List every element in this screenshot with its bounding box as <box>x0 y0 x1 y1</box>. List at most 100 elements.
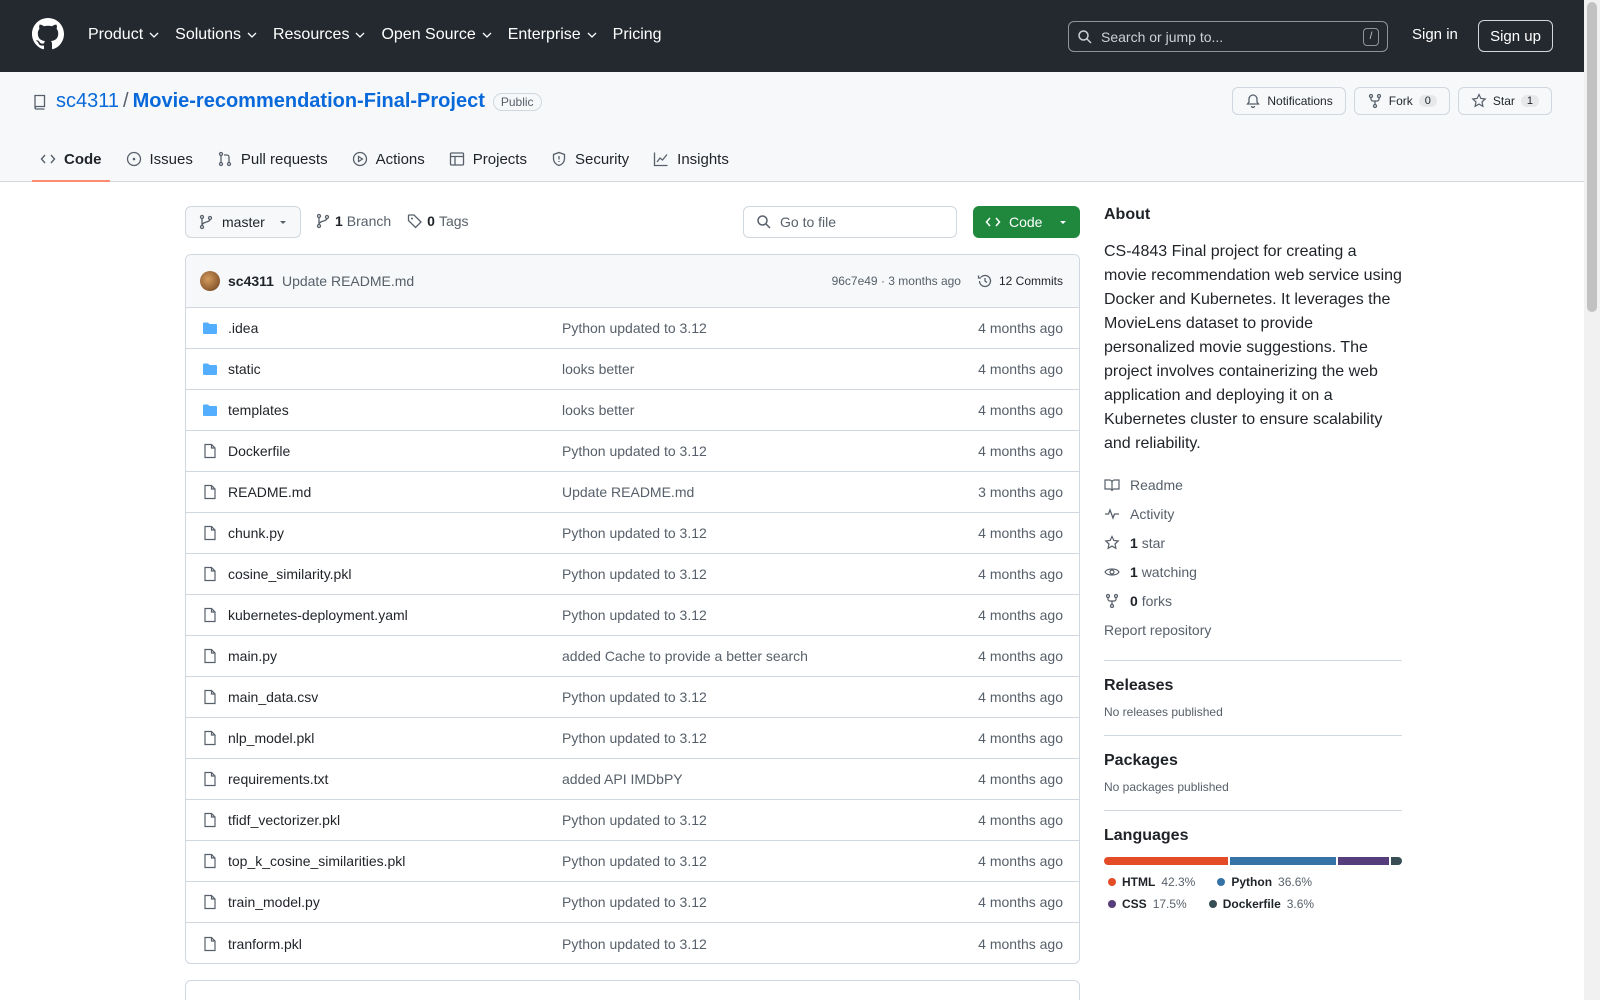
table-row[interactable]: README.md Update README.md 3 months ago <box>186 472 1079 513</box>
code-button[interactable]: Code <box>973 206 1080 238</box>
table-row[interactable]: main_data.csv Python updated to 3.12 4 mon… <box>186 677 1079 718</box>
file-commit-message[interactable]: Python updated to 3.12 <box>562 894 978 910</box>
file-commit-message[interactable]: Python updated to 3.12 <box>562 853 978 869</box>
language-item[interactable]: HTML 42.3% <box>1104 875 1195 889</box>
file-name-link[interactable]: Dockerfile <box>228 443 562 459</box>
nav-enterprise[interactable]: Enterprise <box>508 22 597 48</box>
nav-solutions[interactable]: Solutions <box>175 22 257 48</box>
table-row[interactable]: top_k_cosine_similarities.pkl Python upda… <box>186 841 1079 882</box>
file-name-link[interactable]: main_data.csv <box>228 689 562 705</box>
table-row[interactable]: train_model.py Python updated to 3.12 4 mo… <box>186 882 1079 923</box>
file-name-link[interactable]: top_k_cosine_similarities.pkl <box>228 853 562 869</box>
file-icon <box>204 771 216 787</box>
notifications-button[interactable]: Notifications <box>1232 87 1346 115</box>
avatar[interactable] <box>200 271 220 291</box>
file-commit-message[interactable]: Python updated to 3.12 <box>562 525 978 541</box>
file-name-link[interactable]: tfidf_vectorizer.pkl <box>228 812 562 828</box>
tab-projects[interactable]: Projects <box>441 136 535 182</box>
report-repository-link[interactable]: Report repository <box>1104 615 1402 644</box>
file-name-link[interactable]: README.md <box>228 484 562 500</box>
file-name-link[interactable]: kubernetes-deployment.yaml <box>228 607 562 623</box>
repo-owner-link[interactable]: sc4311 <box>56 90 119 113</box>
file-commit-message[interactable]: Python updated to 3.12 <box>562 566 978 582</box>
file-name-link[interactable]: templates <box>228 402 562 418</box>
sign-in-link[interactable]: Sign in <box>1412 26 1458 43</box>
commits-history-link[interactable]: 12 Commits <box>977 273 1063 289</box>
table-row[interactable]: nlp_model.pkl Python updated to 3.12 4 mon… <box>186 718 1079 759</box>
fork-icon <box>1105 593 1119 608</box>
file-commit-message[interactable]: looks better <box>562 402 978 418</box>
file-name-link[interactable]: .idea <box>228 320 562 336</box>
nav-pricing[interactable]: Pricing <box>613 22 662 48</box>
table-row[interactable]: Dockerfile Python updated to 3.12 4 months… <box>186 431 1079 472</box>
table-row[interactable]: chunk.py Python updated to 3.12 4 months a… <box>186 513 1079 554</box>
table-row[interactable]: cosine_similarity.pkl Python updated to 3… <box>186 554 1079 595</box>
file-commit-message[interactable]: added API IMDbPY <box>562 771 978 787</box>
star-button[interactable]: Star 1 <box>1457 87 1552 115</box>
file-commit-message[interactable]: Update README.md <box>562 484 978 500</box>
scrollbar-thumb[interactable] <box>1587 2 1597 312</box>
star-icon <box>1471 93 1487 108</box>
tab-issues[interactable]: Issues <box>118 136 201 182</box>
nav-open-source[interactable]: Open Source <box>381 22 492 48</box>
file-name-link[interactable]: train_model.py <box>228 894 562 910</box>
readme-link[interactable]: Readme <box>1104 470 1402 499</box>
file-commit-message[interactable]: Python updated to 3.12 <box>562 443 978 459</box>
packages-heading[interactable]: Packages <box>1104 752 1402 770</box>
tab-insights[interactable]: Insights <box>645 136 737 182</box>
file-name-link[interactable]: cosine_similarity.pkl <box>228 566 562 582</box>
file-commit-message[interactable]: added Cache to provide a better search <box>562 648 978 664</box>
file-commit-age: 4 months ago <box>978 320 1063 336</box>
table-row[interactable]: tfidf_vectorizer.pkl Python updated to 3.… <box>186 800 1079 841</box>
file-name-link[interactable]: chunk.py <box>228 525 562 541</box>
branches-link[interactable]: 1 Branch <box>315 213 391 229</box>
page-scrollbar[interactable] <box>1584 0 1600 1000</box>
commit-hash-time[interactable]: 96c7e49 · 3 months ago <box>832 274 961 288</box>
file-commit-message[interactable]: Python updated to 3.12 <box>562 812 978 828</box>
global-search-input[interactable]: Search or jump to... / <box>1068 21 1388 52</box>
file-commit-message[interactable]: Python updated to 3.12 <box>562 730 978 746</box>
file-commit-message[interactable]: Python updated to 3.12 <box>562 689 978 705</box>
go-to-file-input[interactable]: Go to file <box>743 206 957 238</box>
fork-button[interactable]: Fork 0 <box>1353 87 1450 115</box>
table-row[interactable]: templates looks better 4 months ago <box>186 390 1079 431</box>
file-commit-message[interactable]: Python updated to 3.12 <box>562 607 978 623</box>
file-name-link[interactable]: tranform.pkl <box>228 936 562 952</box>
nav-product[interactable]: Product <box>88 22 159 48</box>
table-row[interactable]: requirements.txt added API IMDbPY 4 months… <box>186 759 1079 800</box>
forks-link[interactable]: 0 forks <box>1104 586 1402 615</box>
file-name-link[interactable]: nlp_model.pkl <box>228 730 562 746</box>
language-item[interactable]: Python 36.6% <box>1213 875 1312 889</box>
github-logo-icon[interactable] <box>32 18 64 50</box>
language-item[interactable]: CSS 17.5% <box>1104 897 1187 911</box>
file-commit-message[interactable]: Python updated to 3.12 <box>562 320 978 336</box>
file-name-link[interactable]: requirements.txt <box>228 771 562 787</box>
activity-link[interactable]: Activity <box>1104 499 1402 528</box>
tab-security[interactable]: Security <box>543 136 637 182</box>
tags-link[interactable]: 0 Tags <box>407 213 469 229</box>
commit-message[interactable]: Update README.md <box>282 273 414 289</box>
file-commit-message[interactable]: looks better <box>562 361 978 377</box>
language-item[interactable]: Dockerfile 3.6% <box>1205 897 1314 911</box>
sign-up-button[interactable]: Sign up <box>1478 20 1553 52</box>
file-commit-message[interactable]: Python updated to 3.12 <box>562 936 978 952</box>
file-name-link[interactable]: main.py <box>228 648 562 664</box>
stars-link[interactable]: 1 star <box>1104 528 1402 557</box>
file-name-link[interactable]: static <box>228 361 562 377</box>
releases-heading[interactable]: Releases <box>1104 677 1402 695</box>
nav-resources[interactable]: Resources <box>273 22 365 48</box>
tab-pull-requests[interactable]: Pull requests <box>209 136 336 182</box>
table-row[interactable]: kubernetes-deployment.yaml Python updated… <box>186 595 1079 636</box>
tab-actions[interactable]: Actions <box>344 136 433 182</box>
table-row[interactable]: tranform.pkl Python updated to 3.12 4 mont… <box>186 923 1079 963</box>
commit-author[interactable]: sc4311 <box>228 273 274 289</box>
chevron-down-icon <box>587 32 597 38</box>
tab-code[interactable]: Code <box>32 136 110 182</box>
visibility-badge: Public <box>492 92 542 111</box>
watchers-link[interactable]: 1 watching <box>1104 557 1402 586</box>
table-row[interactable]: static looks better 4 months ago <box>186 349 1079 390</box>
table-row[interactable]: main.py added Cache to provide a better s… <box>186 636 1079 677</box>
branch-select-button[interactable]: master <box>185 206 301 238</box>
table-row[interactable]: .idea Python updated to 3.12 4 months ago <box>186 308 1079 349</box>
repo-name-link[interactable]: Movie-recommendation-Final-Project <box>133 90 485 113</box>
